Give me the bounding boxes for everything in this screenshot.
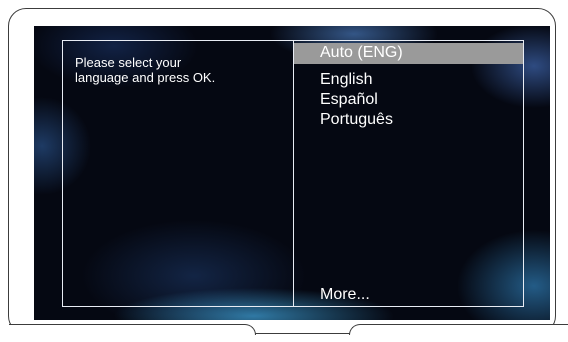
instruction-line-1: Please select your bbox=[75, 55, 182, 70]
language-list-panel: Auto (ENG) English Español Português Mor… bbox=[294, 40, 524, 307]
more-languages-option[interactable]: More... bbox=[294, 285, 523, 305]
language-option-auto-eng[interactable]: Auto (ENG) bbox=[294, 43, 523, 64]
instruction-text: Please select your language and press OK… bbox=[75, 55, 275, 85]
instruction-line-2: language and press OK. bbox=[75, 70, 216, 85]
frame-base-right bbox=[349, 324, 568, 335]
tv-screen: Please select your language and press OK… bbox=[34, 26, 550, 320]
language-option-english[interactable]: English bbox=[294, 70, 523, 91]
language-option-portugues[interactable]: Português bbox=[294, 110, 523, 131]
frame-base-left bbox=[9, 324, 256, 335]
instruction-panel: Please select your language and press OK… bbox=[62, 40, 294, 307]
language-option-espanol[interactable]: Español bbox=[294, 90, 523, 111]
